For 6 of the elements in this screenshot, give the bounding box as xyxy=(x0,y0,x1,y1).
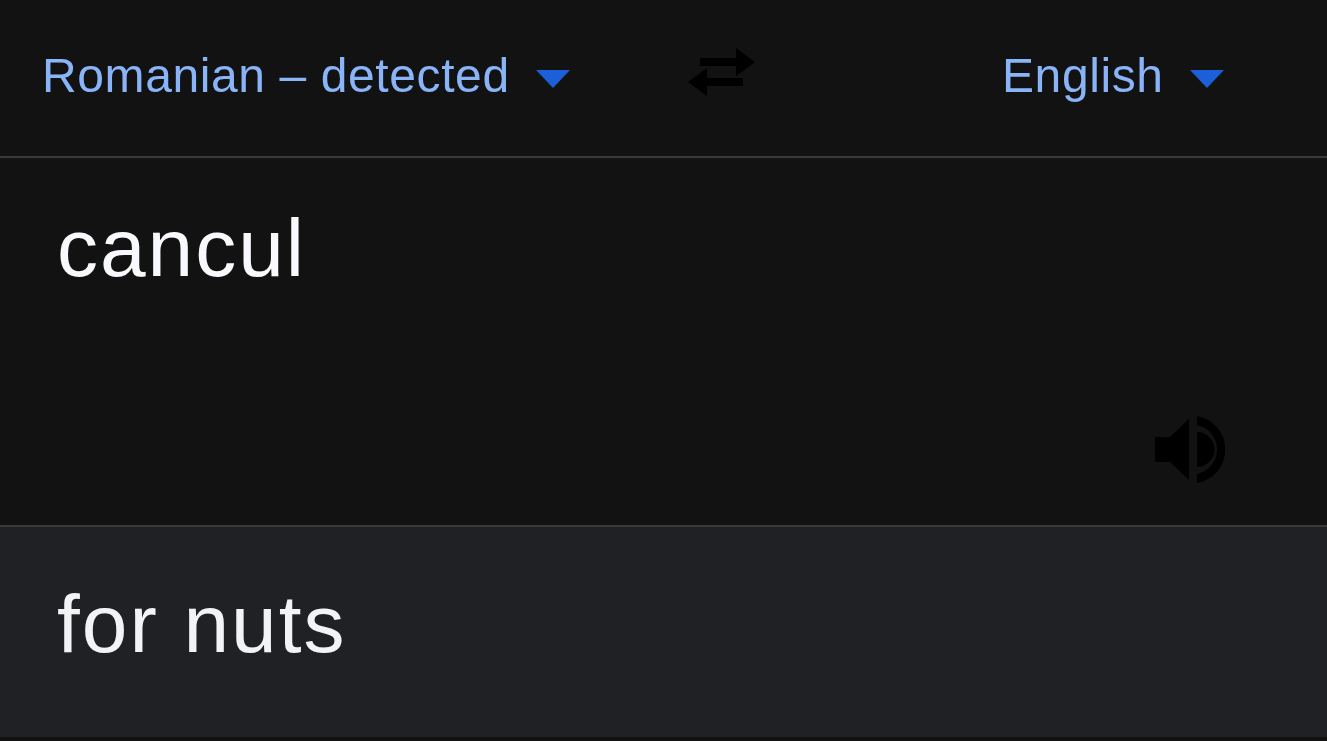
dropdown-caret-icon xyxy=(535,70,570,88)
dropdown-caret-icon xyxy=(1189,70,1224,88)
source-language-button[interactable]: Romanian – detected xyxy=(42,47,570,103)
source-text-input[interactable]: cancul xyxy=(57,199,1225,297)
target-language-button[interactable]: English xyxy=(1002,47,1224,103)
translation-text: for nuts xyxy=(57,577,347,671)
